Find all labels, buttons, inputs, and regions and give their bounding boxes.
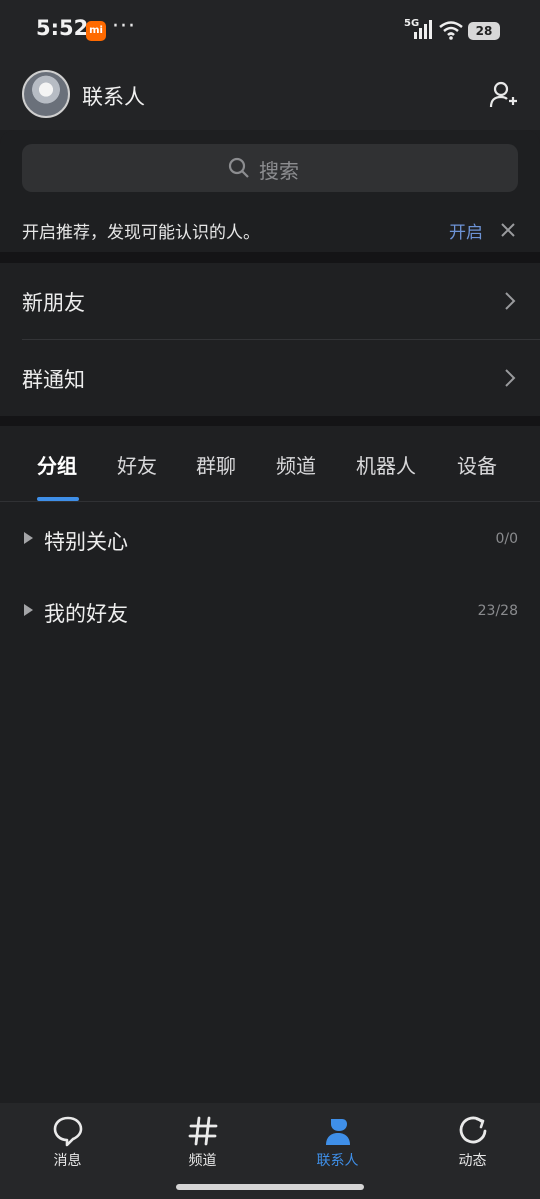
nav-moments[interactable]: 动态 <box>405 1103 540 1183</box>
battery-indicator: 28 <box>468 22 500 40</box>
expand-arrow-icon <box>24 604 33 616</box>
nav-label: 联系人 <box>316 1153 359 1169</box>
more-notifications-icon: ··· <box>112 14 136 39</box>
group-name: 特别关心 <box>44 530 128 554</box>
group-row-special[interactable]: 特别关心 0/0 <box>0 502 540 574</box>
tab-robots[interactable]: 机器人 <box>356 450 416 479</box>
status-bar: 5:52 mi ··· 5G 28 <box>0 0 540 62</box>
contact-tabs: 分组 好友 群聊 频道 机器人 设备 <box>0 426 540 502</box>
mi-app-badge-icon: mi <box>86 21 106 41</box>
home-indicator[interactable] <box>176 1184 364 1190</box>
notification-list: 新朋友 群通知 <box>0 263 540 416</box>
signal-icon <box>414 20 432 39</box>
message-icon <box>53 1116 82 1147</box>
tab-group-chats[interactable]: 群聊 <box>196 450 236 479</box>
close-icon[interactable] <box>500 222 516 238</box>
active-tab-indicator <box>37 497 79 501</box>
group-name: 我的好友 <box>44 602 128 626</box>
nav-label: 消息 <box>53 1153 82 1169</box>
status-time: 5:52 <box>36 16 89 40</box>
chevron-right-icon <box>505 369 516 387</box>
nav-messages[interactable]: 消息 <box>0 1103 135 1183</box>
search-panel: 搜索 开启推荐，发现可能认识的人。 开启 <box>0 130 540 252</box>
group-notifications-label: 群通知 <box>22 368 85 392</box>
group-count: 23/28 <box>477 603 518 619</box>
search-placeholder: 搜索 <box>259 159 299 183</box>
page-title: 联系人 <box>82 85 145 109</box>
nav-contacts[interactable]: 联系人 <box>270 1103 405 1183</box>
section-divider <box>0 416 540 426</box>
channel-icon <box>188 1116 217 1146</box>
new-friends-label: 新朋友 <box>22 291 85 315</box>
group-count: 0/0 <box>495 531 518 547</box>
search-icon <box>228 157 249 178</box>
tab-friends[interactable]: 好友 <box>117 450 157 479</box>
recommend-enable-link[interactable]: 开启 <box>449 218 483 243</box>
contacts-icon <box>325 1119 350 1145</box>
search-input[interactable]: 搜索 <box>22 144 518 192</box>
group-notifications-row[interactable]: 群通知 <box>0 340 540 416</box>
add-friend-icon[interactable] <box>488 80 518 110</box>
tab-devices[interactable]: 设备 <box>457 450 497 479</box>
chevron-right-icon <box>505 292 516 310</box>
nav-label: 频道 <box>188 1153 217 1169</box>
avatar[interactable] <box>22 70 70 118</box>
tab-groups[interactable]: 分组 <box>37 450 77 479</box>
group-row-my-friends[interactable]: 我的好友 23/28 <box>0 574 540 646</box>
nav-channels[interactable]: 频道 <box>135 1103 270 1183</box>
recommend-text: 开启推荐，发现可能认识的人。 <box>22 223 260 243</box>
expand-arrow-icon <box>24 532 33 544</box>
tab-channels[interactable]: 频道 <box>276 450 316 479</box>
header: 联系人 <box>0 62 540 130</box>
section-divider <box>0 252 540 263</box>
nav-label: 动态 <box>458 1153 487 1169</box>
wifi-icon <box>439 21 463 40</box>
moments-icon <box>459 1116 486 1144</box>
new-friends-row[interactable]: 新朋友 <box>0 263 540 340</box>
